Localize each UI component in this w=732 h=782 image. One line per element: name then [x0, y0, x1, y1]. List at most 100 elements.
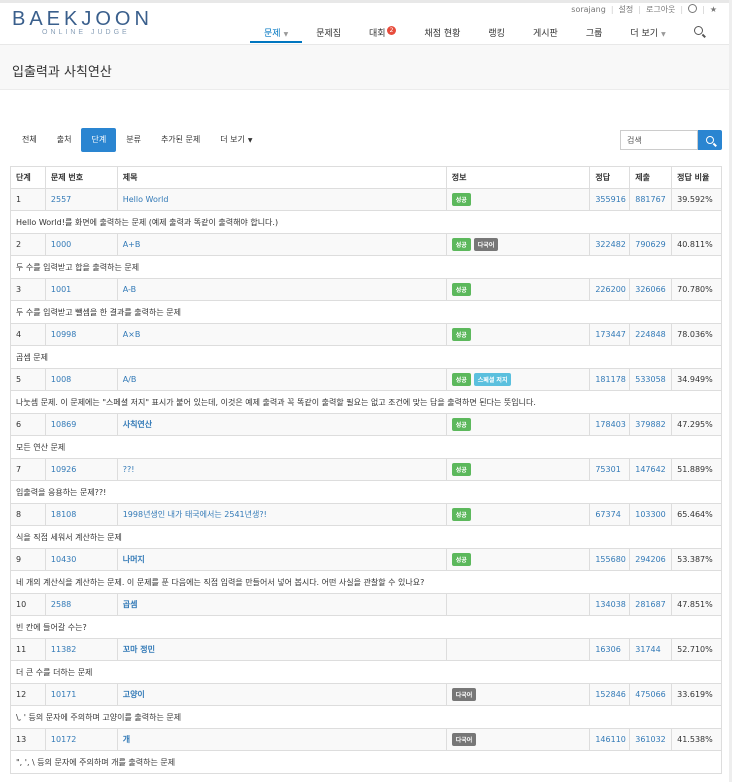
header-submissions: 제출 [630, 167, 673, 188]
nav-more[interactable]: 더 보기 ▼ [616, 21, 679, 43]
header-step: 단계 [11, 167, 46, 188]
problem-id-link[interactable]: 1000 [46, 234, 118, 255]
submission-count-link[interactable]: 224848 [630, 324, 673, 345]
problem-info [447, 594, 591, 615]
correct-count-link[interactable]: 146110 [590, 729, 631, 750]
problem-id-link[interactable]: 2588 [46, 594, 118, 615]
submission-count-link[interactable]: 31744 [630, 639, 673, 660]
correct-count-link[interactable]: 152846 [590, 684, 631, 705]
correct-count-link[interactable]: 178403 [590, 414, 631, 435]
accept-ratio: 78.036% [677, 330, 713, 339]
problem-id-link[interactable]: 10430 [46, 549, 118, 570]
submission-count-link[interactable]: 294206 [630, 549, 673, 570]
problem-id-link[interactable]: 1001 [46, 279, 118, 300]
search-input[interactable]: 검색 [620, 130, 698, 150]
problem-title-link[interactable]: A×B [118, 324, 447, 345]
problem-title-link[interactable]: Hello World [118, 189, 447, 210]
problem-title-link[interactable]: 곱셈 [118, 594, 447, 615]
problem-tabs: 전체 출처 단계 분류 추가된 문제 더 보기 ▼ [12, 128, 263, 152]
submission-count-link[interactable]: 361032 [630, 729, 673, 750]
correct-count-link[interactable]: 155680 [590, 549, 631, 570]
chevron-down-icon: ▼ [283, 31, 289, 38]
submission-count-link[interactable]: 881767 [630, 189, 673, 210]
submission-count-link[interactable]: 533058 [630, 369, 673, 390]
problem-description-row: Hello World!를 화면에 출력하는 문제 (예제 출력과 똑같이 출력… [11, 211, 721, 234]
table-row: 1 2557 Hello World 성공 355916 881767 39.592% [11, 189, 721, 211]
nav-board[interactable]: 게시판 [519, 21, 572, 43]
language-button[interactable] [683, 4, 702, 15]
correct-count-link[interactable]: 355916 [590, 189, 631, 210]
submission-count-link[interactable]: 475066 [630, 684, 673, 705]
site-logo[interactable]: BAEKJOON ONLINE JUDGE [12, 8, 153, 36]
submission-count-link[interactable]: 379882 [630, 414, 673, 435]
search-button[interactable] [698, 130, 722, 150]
problem-id-link[interactable]: 10869 [46, 414, 118, 435]
submission-count-link[interactable]: 147642 [630, 459, 673, 480]
tab-step[interactable]: 단계 [81, 128, 117, 152]
star-button[interactable]: ★ [705, 5, 722, 14]
tab-source[interactable]: 출처 [47, 128, 82, 152]
problem-id-link[interactable]: 10926 [46, 459, 118, 480]
tab-more[interactable]: 더 보기 ▼ [210, 128, 262, 152]
submission-count-link[interactable]: 281687 [630, 594, 673, 615]
problem-title-link[interactable]: A+B [118, 234, 447, 255]
correct-count-link[interactable]: 16306 [590, 639, 631, 660]
table-row: 8 18108 1998년생인 내가 태국에서는 2541년생?! 성공 67374 10… [11, 504, 721, 526]
caret-down-icon: ▼ [247, 137, 253, 144]
problem-title-link[interactable]: ??! [118, 459, 447, 480]
success-label: 성공 [451, 238, 471, 251]
correct-count-link[interactable]: 322482 [590, 234, 631, 255]
table-row: 2 1000 A+B 성공 다국어 322482 790629 40.811% [11, 234, 721, 256]
problem-title-link[interactable]: A/B [118, 369, 447, 390]
correct-count-link[interactable]: 226200 [590, 279, 631, 300]
problem-title-link[interactable]: 고양이 [118, 684, 447, 705]
nav-ranking[interactable]: 랭킹 [474, 21, 519, 43]
correct-count-link[interactable]: 75301 [590, 459, 631, 480]
submission-count-link[interactable]: 103300 [630, 504, 673, 525]
table-header: 단계 문제 번호 제목 정보 정답 제출 정답 비율 [11, 167, 721, 189]
problem-id-link[interactable]: 10998 [46, 324, 118, 345]
problem-info: 다국어 [447, 729, 591, 750]
logout-link[interactable]: 로그아웃 [641, 4, 680, 15]
correct-count-link[interactable]: 67374 [590, 504, 631, 525]
step-number: 11 [11, 639, 46, 660]
nav-contest[interactable]: 대회 2 [355, 21, 410, 43]
correct-count-link[interactable]: 181178 [590, 369, 631, 390]
tab-added[interactable]: 추가된 문제 [151, 128, 210, 152]
nav-problems[interactable]: 문제 ▼ [250, 21, 303, 43]
problem-id-link[interactable]: 1008 [46, 369, 118, 390]
correct-count-link[interactable]: 173447 [590, 324, 631, 345]
problem-title-link[interactable]: 1998년생인 내가 태국에서는 2541년생?! [118, 504, 447, 525]
nav-workbook[interactable]: 문제집 [302, 21, 355, 43]
problem-description: 모든 연산 문제 [16, 442, 66, 452]
correct-count-link[interactable]: 134038 [590, 594, 631, 615]
problem-id-link[interactable]: 2557 [46, 189, 118, 210]
problem-description-row: 두 수를 입력받고 뺄셈을 한 결과를 출력하는 문제 [11, 301, 721, 324]
submission-count-link[interactable]: 790629 [630, 234, 673, 255]
tab-category[interactable]: 분류 [116, 128, 151, 152]
problem-title-link[interactable]: 사칙연산 [118, 414, 447, 435]
problem-info [447, 639, 591, 660]
step-number: 13 [11, 729, 46, 750]
problem-description-row: 네 개의 계산식을 계산하는 문제. 이 문제를 푼 다음에는 직접 입력을 만… [11, 571, 721, 594]
table-row: 3 1001 A-B 성공 226200 326066 70.780% [11, 279, 721, 301]
settings-link[interactable]: 설정 [614, 4, 639, 15]
problem-description: 입출력을 응용하는 문제??! [16, 487, 107, 497]
nav-group[interactable]: 그룹 [572, 21, 617, 43]
step-number: 6 [11, 414, 46, 435]
problem-id-link[interactable]: 18108 [46, 504, 118, 525]
nav-status[interactable]: 채점 현황 [410, 21, 474, 43]
nav-search-button[interactable] [680, 21, 717, 43]
submission-count-link[interactable]: 326066 [630, 279, 673, 300]
problem-title-link[interactable]: 꼬마 정민 [118, 639, 447, 660]
problem-id-link[interactable]: 10172 [46, 729, 118, 750]
problem-id-link[interactable]: 11382 [46, 639, 118, 660]
problem-title-link[interactable]: A-B [118, 279, 447, 300]
problem-id-link[interactable]: 10171 [46, 684, 118, 705]
tab-all[interactable]: 전체 [12, 128, 47, 152]
username-link[interactable]: sorajang [566, 5, 611, 14]
problem-title-link[interactable]: 나머지 [118, 549, 447, 570]
success-label: 성공 [451, 328, 471, 341]
problem-title-link[interactable]: 개 [118, 729, 447, 750]
accept-ratio: 65.464% [677, 510, 713, 519]
